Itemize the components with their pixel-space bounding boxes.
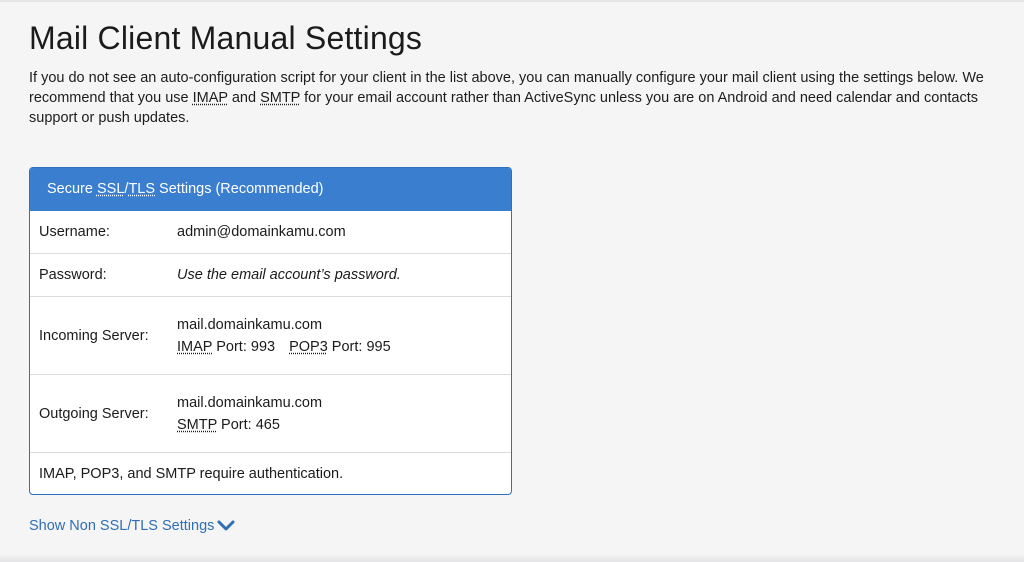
smtp-port: Port: 465 xyxy=(217,416,280,433)
outgoing-host: mail.domainkamu.com xyxy=(177,394,323,411)
password-row: Password: Use the email account’s passwo… xyxy=(30,253,511,296)
incoming-server-label: Incoming Server: xyxy=(39,327,149,344)
outgoing-server-row: Outgoing Server: mail.domainkamu.com SMT… xyxy=(30,374,511,452)
incoming-server-value: mail.domainkamu.com IMAP Port: 993 POP3 P… xyxy=(177,314,391,358)
outgoing-server-label: Outgoing Server: xyxy=(39,405,149,422)
imap-abbr: IMAP xyxy=(192,90,228,106)
imap-abbr: IMAP xyxy=(177,338,213,355)
intro-text-and: and xyxy=(227,90,261,106)
password-label: Password: xyxy=(39,267,107,283)
smtp-abbr: SMTP xyxy=(260,90,301,106)
incoming-server-row: Incoming Server: mail.domainkamu.com IMA… xyxy=(30,296,511,374)
pop3-abbr: POP3 xyxy=(289,338,328,355)
password-value: Use the email account’s password. xyxy=(177,267,401,283)
outgoing-server-value: mail.domainkamu.com SMTP Port: 465 xyxy=(177,392,322,436)
secure-settings-panel: Secure SSL/TLS Settings (Recommended) Us… xyxy=(29,167,512,495)
panel-header-suffix: Settings (Recommended) xyxy=(155,181,324,197)
show-non-ssl-settings-link[interactable]: Show Non SSL/TLS Settings xyxy=(29,518,235,534)
panel-header-prefix: Secure xyxy=(47,181,97,197)
page-title: Mail Client Manual Settings xyxy=(29,20,423,56)
intro-text: If you do not see an auto-configuration … xyxy=(29,68,1019,128)
show-non-ssl-settings-label: Show Non SSL/TLS Settings xyxy=(29,518,215,534)
tls-abbr: TLS xyxy=(128,181,156,197)
username-row: Username: admin@domainkamu.com xyxy=(30,211,511,253)
incoming-host: mail.domainkamu.com xyxy=(177,316,323,333)
imap-port: Port: 993 xyxy=(212,338,276,355)
panel-header: Secure SSL/TLS Settings (Recommended) xyxy=(30,168,511,211)
pop3-port: Port: 995 xyxy=(327,338,391,355)
top-divider xyxy=(0,0,1024,2)
chevron-down-icon xyxy=(217,520,235,531)
authentication-note: IMAP, POP3, and SMTP require authenticat… xyxy=(30,452,511,494)
ssl-abbr: SSL xyxy=(96,181,125,197)
username-value: admin@domainkamu.com xyxy=(177,224,346,240)
bottom-edge xyxy=(0,554,1024,562)
username-label: Username: xyxy=(39,224,110,240)
manual-settings-section: Mail Client Manual Settings If you do no… xyxy=(29,18,1019,534)
smtp-abbr: SMTP xyxy=(177,416,218,433)
